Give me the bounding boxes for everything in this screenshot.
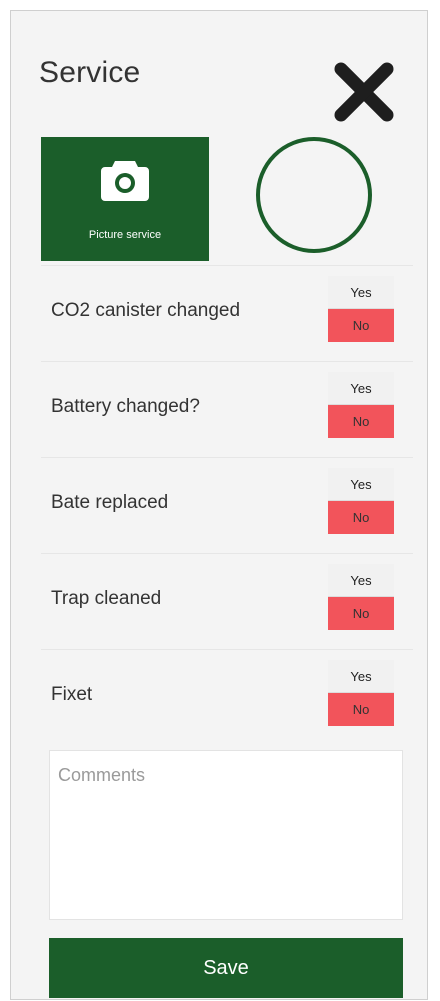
page-title: Service	[39, 56, 141, 89]
yes-button[interactable]: Yes	[328, 276, 394, 309]
picture-service-button[interactable]: Picture service	[41, 137, 209, 261]
checklist-label: Fixet	[51, 684, 93, 705]
checklist-row-co2: CO2 canister changed Yes No	[41, 265, 413, 361]
comments-textarea[interactable]	[49, 750, 403, 920]
yes-button[interactable]: Yes	[328, 564, 394, 597]
checklist-label: Battery changed?	[51, 396, 200, 417]
checklist-row-bate: Bate replaced Yes No	[41, 457, 413, 553]
checklist-label: Bate replaced	[51, 492, 169, 513]
camera-icon	[101, 161, 149, 201]
save-button[interactable]: Save	[49, 938, 403, 998]
close-x-icon	[334, 62, 394, 122]
picture-service-label: Picture service	[88, 229, 162, 241]
service-dialog: Service Picture service CO2 canister cha…	[10, 10, 428, 1000]
checklist-row-fixet: Fixet Yes No	[41, 649, 413, 745]
yes-button[interactable]: Yes	[328, 468, 394, 501]
no-button[interactable]: No	[328, 405, 394, 438]
yes-button[interactable]: Yes	[328, 372, 394, 405]
no-button[interactable]: No	[328, 693, 394, 726]
no-button[interactable]: No	[328, 597, 394, 630]
checklist-label: CO2 canister changed	[51, 300, 241, 321]
no-button[interactable]: No	[328, 501, 394, 534]
photo-preview[interactable]	[256, 137, 372, 253]
no-button[interactable]: No	[328, 309, 394, 342]
checklist-row-trap: Trap cleaned Yes No	[41, 553, 413, 649]
checklist-label: Trap cleaned	[51, 588, 162, 609]
checklist-row-battery: Battery changed? Yes No	[41, 361, 413, 457]
close-button[interactable]	[333, 61, 395, 123]
yes-button[interactable]: Yes	[328, 660, 394, 693]
